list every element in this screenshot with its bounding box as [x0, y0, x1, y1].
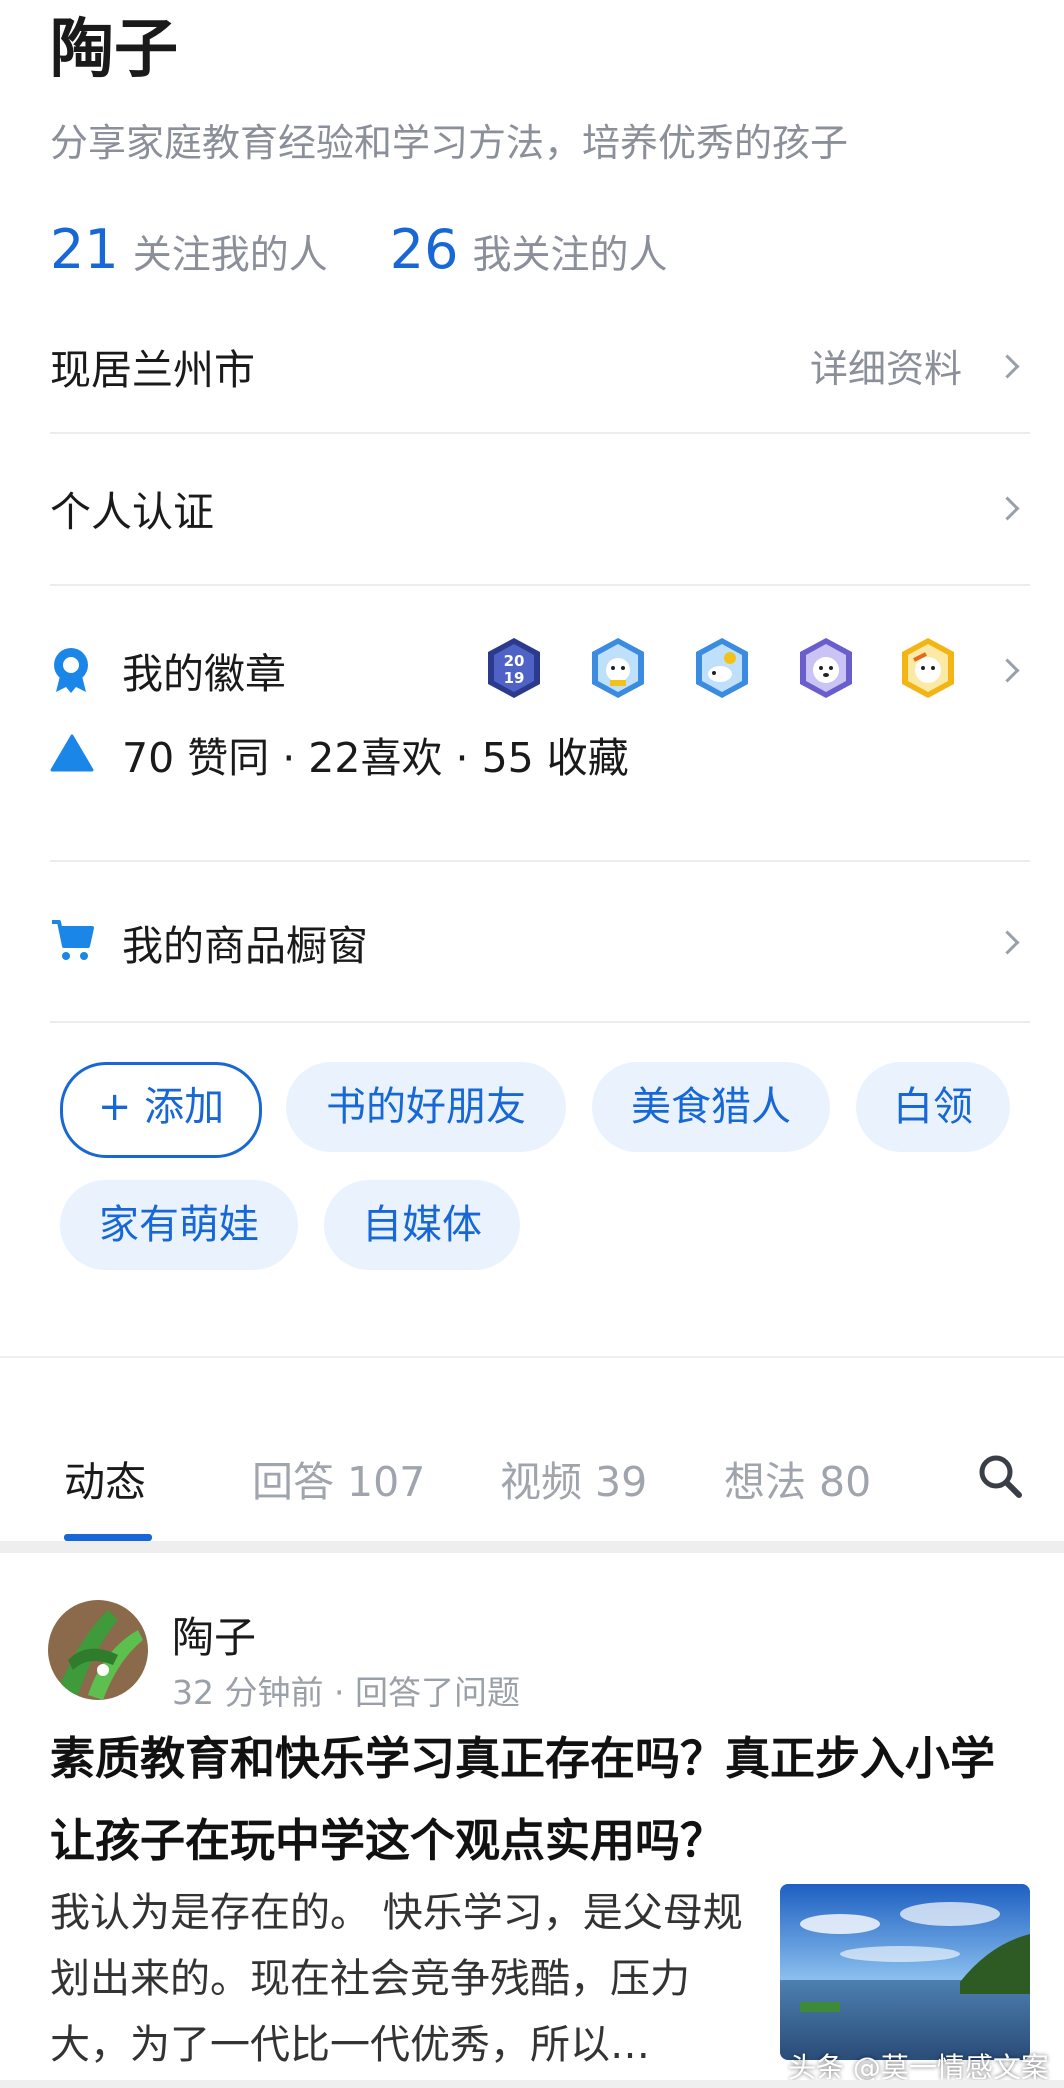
tag-chip[interactable]: 白领: [856, 1062, 1010, 1152]
location-text: 现居兰州市: [50, 346, 255, 394]
medal-icon: [54, 648, 88, 693]
tag-chip[interactable]: 美食猎人: [592, 1062, 830, 1152]
dog-badge-icon[interactable]: [794, 636, 858, 700]
section-divider: [0, 1356, 1064, 1358]
feed-meta: 32 分钟前 · 回答了问题: [172, 1673, 520, 1712]
active-tab-indicator: [64, 1534, 152, 1541]
profile-name: 陶子: [50, 13, 178, 87]
tab-thoughts[interactable]: 想法 80: [724, 1448, 871, 1508]
tab-answers[interactable]: 回答 107: [252, 1448, 425, 1508]
cart-icon: [52, 920, 94, 960]
tag-chip[interactable]: 自媒体: [324, 1180, 520, 1270]
chevron-right-icon: [995, 496, 1020, 521]
divider: [50, 1021, 1030, 1023]
interaction-stats: 70 赞同 · 22喜欢 · 55 收藏: [122, 734, 629, 782]
dog-badge-icon[interactable]: [586, 636, 650, 700]
follow-stats: 21 关注我的人 26 我关注的人: [50, 218, 729, 282]
profile-bio: 分享家庭教育经验和学习方法，培养优秀的孩子: [50, 121, 849, 165]
chevron-right-icon: [995, 658, 1020, 683]
divider: [50, 584, 1030, 586]
question-title[interactable]: 素质教育和快乐学习真正存在吗？真正步入小学让孩子在玩中学这个观点实用吗？: [50, 1718, 1030, 1882]
shop-label: 我的商品橱窗: [122, 922, 368, 970]
feed-author[interactable]: 陶子: [172, 1604, 256, 1665]
detail-link[interactable]: 详细资料: [810, 338, 962, 393]
tag-chip[interactable]: 家有萌娃: [60, 1180, 298, 1270]
answer-thumbnail[interactable]: [780, 1884, 1030, 2060]
followers-label[interactable]: 关注我的人: [133, 224, 328, 280]
followers-count[interactable]: 21: [50, 218, 119, 281]
verification-row[interactable]: 个人认证: [50, 478, 1030, 538]
interaction-stats-row: 70 赞同 · 22喜欢 · 55 收藏: [50, 724, 1030, 784]
following-count[interactable]: 26: [390, 218, 459, 281]
add-tag-button[interactable]: + 添加: [60, 1062, 262, 1158]
tab-activity[interactable]: 动态: [64, 1448, 146, 1508]
bottom-edge: [0, 2080, 1064, 2088]
chevron-right-icon: [995, 354, 1020, 379]
shop-row[interactable]: 我的商品橱窗: [50, 912, 1030, 972]
tag-chip[interactable]: 书的好朋友: [286, 1062, 566, 1152]
chevron-right-icon: [995, 930, 1020, 955]
divider: [50, 432, 1030, 434]
following-label[interactable]: 我关注的人: [472, 224, 667, 280]
avatar[interactable]: [48, 1600, 148, 1700]
svg-text:19: 19: [504, 669, 525, 687]
divider: [50, 860, 1030, 862]
tab-bar-divider: [0, 1541, 1064, 1553]
verification-label: 个人认证: [50, 488, 214, 536]
sheep-badge-icon[interactable]: [690, 636, 754, 700]
badge-2019-icon[interactable]: 20 19: [482, 636, 546, 700]
triangle-up-icon: [50, 734, 94, 772]
search-icon[interactable]: [976, 1452, 1024, 1500]
svg-text:20: 20: [504, 652, 525, 670]
tab-videos[interactable]: 视频 39: [500, 1448, 647, 1508]
badges-label: 我的徽章: [122, 650, 286, 698]
dog-badge-icon[interactable]: [896, 636, 960, 700]
answer-excerpt[interactable]: 我认为是存在的。 快乐学习，是父母规划出来的。现在社会竞争残酷，压力大，为了一代…: [50, 1880, 750, 2078]
location-row[interactable]: 现居兰州市 详细资料: [50, 336, 1030, 396]
